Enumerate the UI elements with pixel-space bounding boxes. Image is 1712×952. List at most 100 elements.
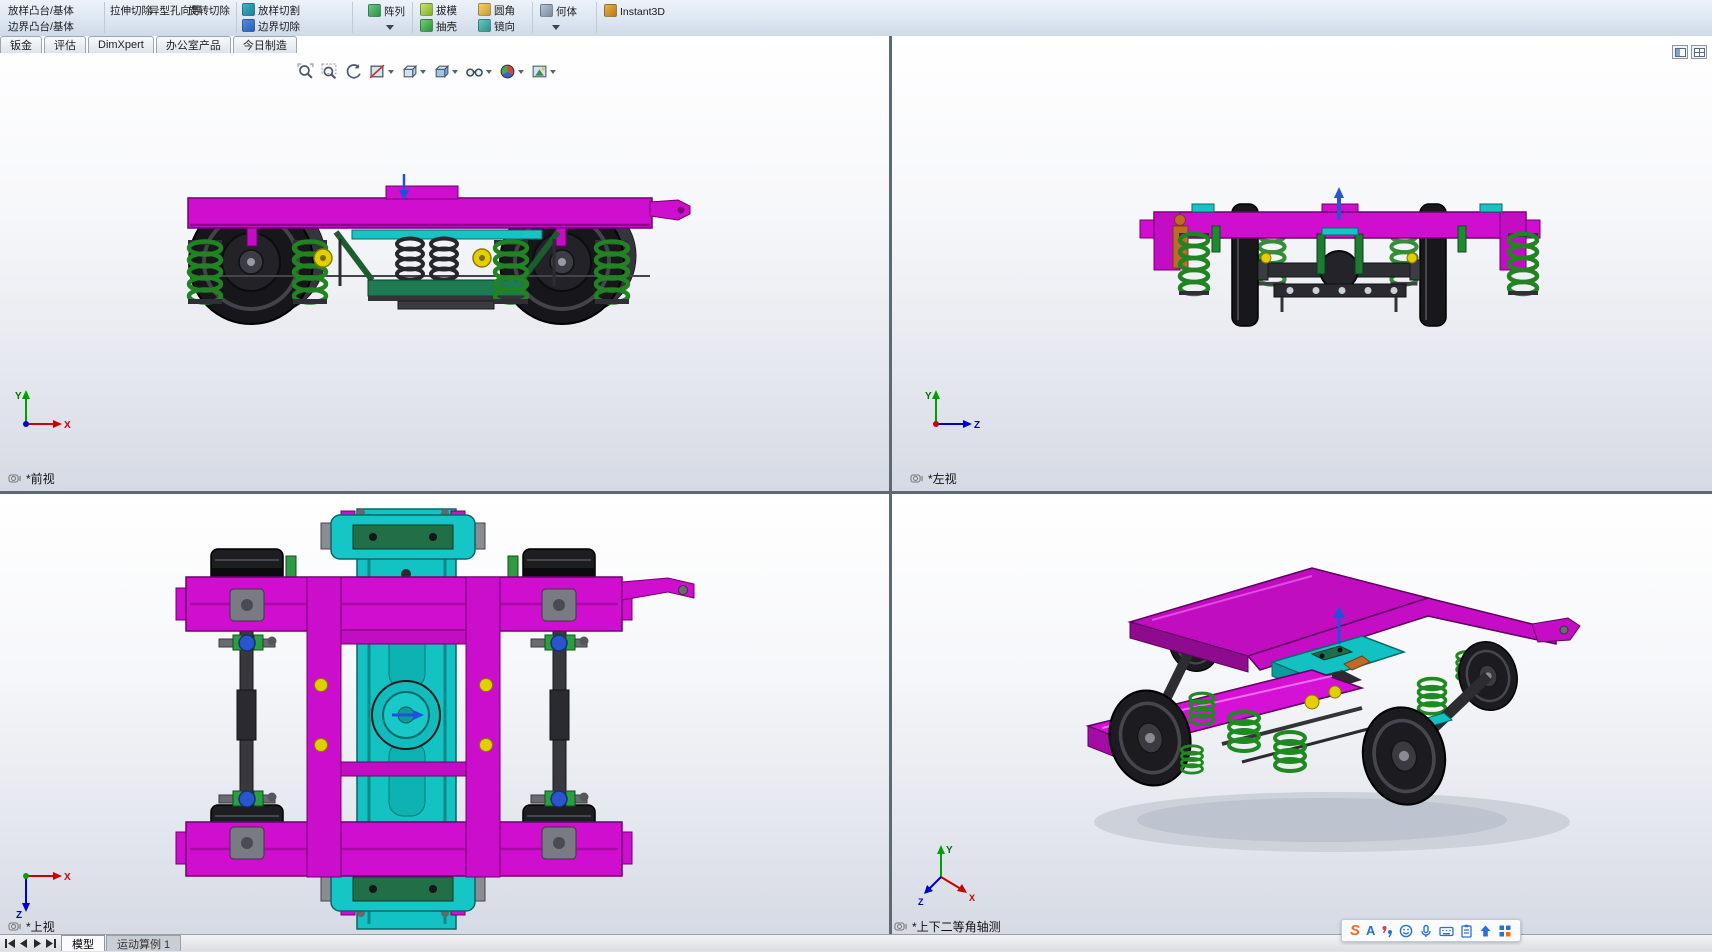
previous-view-button[interactable] (343, 60, 364, 82)
hide-show-items-button[interactable] (463, 60, 494, 82)
soft-keyboard-icon[interactable] (1439, 924, 1455, 938)
tab-today-manufacture[interactable]: 今日制造 (232, 36, 297, 53)
orientation-triad: Y Z (925, 390, 980, 431)
shell-label: 抽壳 (436, 21, 457, 33)
spring-iso[interactable] (1273, 730, 1307, 773)
viewport-front[interactable]: Y X *前视 (0, 36, 889, 491)
zoom-fit-button[interactable] (295, 60, 316, 82)
clipboard-icon[interactable] (1460, 924, 1473, 938)
chevron-down-icon (550, 69, 556, 77)
axis-z-label: Z (974, 420, 980, 431)
viewport-label-text: *前视 (26, 472, 55, 486)
draft-icon (420, 3, 433, 16)
edit-appearance-button[interactable] (497, 60, 526, 82)
hole-wizard-button[interactable]: 异型孔向导 (149, 5, 202, 18)
side-bearer-iso[interactable] (1328, 685, 1342, 699)
instant3d-button[interactable]: Instant3D (604, 4, 665, 18)
chevron-down-icon (386, 25, 394, 34)
ribbon-separator (104, 2, 105, 33)
lofted-cut-label: 放样切割 (258, 5, 300, 17)
skin-up-icon[interactable] (1479, 924, 1492, 938)
pattern-dropdown[interactable] (386, 21, 394, 34)
ribbon-separator (352, 2, 353, 33)
model-top-view[interactable] (0, 494, 889, 934)
model-isometric-view[interactable] (892, 494, 1712, 934)
wheel-near-left[interactable] (1097, 679, 1203, 797)
section-view-button[interactable] (367, 60, 396, 82)
view-camera-icon (8, 922, 21, 931)
boundary-cut-button[interactable]: 边界切除 (242, 19, 300, 34)
next-tab-button[interactable] (31, 936, 43, 950)
tab-evaluate[interactable]: 评估 (44, 36, 86, 53)
mirror-icon (478, 19, 491, 32)
boundary-boss-button[interactable]: 边界凸台/基体 (8, 19, 74, 34)
chevron-down-icon (388, 69, 394, 77)
extruded-cut-button[interactable]: 拉伸切除 (110, 5, 152, 18)
viewport-name-top: *上视 (8, 918, 55, 934)
model-tab[interactable]: 模型 (61, 935, 105, 951)
chevron-down-icon (452, 69, 458, 77)
axis-y-label: Y (925, 391, 932, 402)
pattern-icon (368, 4, 381, 17)
ime-mode-icon[interactable]: A (1366, 924, 1375, 937)
shell-icon (420, 19, 433, 32)
pattern-button[interactable]: 阵列 (368, 4, 405, 19)
viewport-splitter-horizontal[interactable] (0, 491, 1712, 494)
motion-study-tab[interactable]: 运动算例 1 (106, 935, 182, 951)
end-crossmember-top[interactable] (320, 509, 486, 560)
pane-four-view-icon[interactable] (1691, 45, 1707, 59)
revolved-cut-button[interactable]: 旋转切除 (188, 5, 230, 18)
shell-button[interactable]: 抽壳 (420, 19, 457, 34)
first-tab-button[interactable] (3, 936, 17, 950)
orientation-triad: X Z (16, 872, 71, 920)
lofted-cut-button[interactable]: 放样切割 (242, 3, 300, 18)
viewport-name-left: *左视 (910, 470, 957, 487)
last-tab-button[interactable] (44, 936, 58, 950)
pane-single-view-icon[interactable] (1672, 45, 1688, 59)
spring-iso[interactable] (1416, 676, 1448, 716)
chevron-down-icon (486, 69, 492, 77)
center-pivot-top[interactable] (371, 680, 441, 750)
view-camera-icon (910, 474, 923, 483)
viewport-pane-controls (1672, 45, 1707, 59)
draft-button[interactable]: 拔模 (420, 3, 457, 18)
view-orientation-button[interactable] (399, 60, 428, 82)
axis-y-label: Y (946, 845, 953, 856)
apply-scene-button[interactable] (529, 60, 558, 82)
boundary-cut-icon (242, 19, 255, 32)
loft-boss-button[interactable]: 放样凸台/基体 (8, 3, 74, 18)
reference-geometry-dropdown[interactable] (552, 21, 560, 34)
view-camera-icon (894, 922, 907, 931)
model-front-view[interactable] (0, 36, 889, 491)
loft-boss-label: 放样凸台/基体 (8, 5, 74, 17)
ribbon-separator (412, 2, 413, 33)
model-left-view[interactable] (892, 36, 1712, 491)
punctuation-icon[interactable] (1381, 924, 1393, 938)
zoom-area-button[interactable] (319, 60, 340, 82)
command-manager-ribbon: 放样凸台/基体 边界凸台/基体 拉伸切除 异型孔向导 旋转切除 放样切割 边界切… (0, 0, 1712, 37)
emoji-icon[interactable] (1399, 924, 1413, 938)
chevron-down-icon (420, 69, 426, 77)
viewport-splitter-vertical[interactable] (889, 36, 892, 934)
toolbox-grid-icon[interactable] (1498, 924, 1512, 938)
sogou-logo[interactable]: S (1350, 923, 1360, 938)
tab-dimxpert[interactable]: DimXpert (88, 36, 154, 53)
draft-label: 拔模 (436, 5, 457, 17)
fillet-button[interactable]: 圆角 (478, 3, 515, 18)
ribbon-separator (236, 2, 237, 33)
lofted-cut-icon (242, 3, 255, 16)
mirror-button[interactable]: 镜向 (478, 19, 515, 34)
viewport-isometric[interactable]: Y X Z *上下二等角轴测 (892, 494, 1712, 934)
boundary-boss-label: 边界凸台/基体 (8, 21, 74, 33)
viewport-top[interactable]: X Z *上视 (0, 494, 889, 934)
voice-input-icon[interactable] (1419, 924, 1433, 938)
tab-sheet-metal[interactable]: 钣金 (0, 36, 42, 53)
previous-tab-button[interactable] (18, 936, 30, 950)
fillet-icon (478, 3, 491, 16)
axis-z-label: Z (918, 897, 924, 907)
display-style-button[interactable] (431, 60, 460, 82)
side-bearer-iso[interactable] (1304, 694, 1320, 710)
viewport-left[interactable]: Y Z *左视 (892, 36, 1712, 491)
tab-office-products[interactable]: 办公室产品 (155, 36, 231, 53)
reference-geometry-button[interactable]: 何体 (540, 4, 577, 19)
